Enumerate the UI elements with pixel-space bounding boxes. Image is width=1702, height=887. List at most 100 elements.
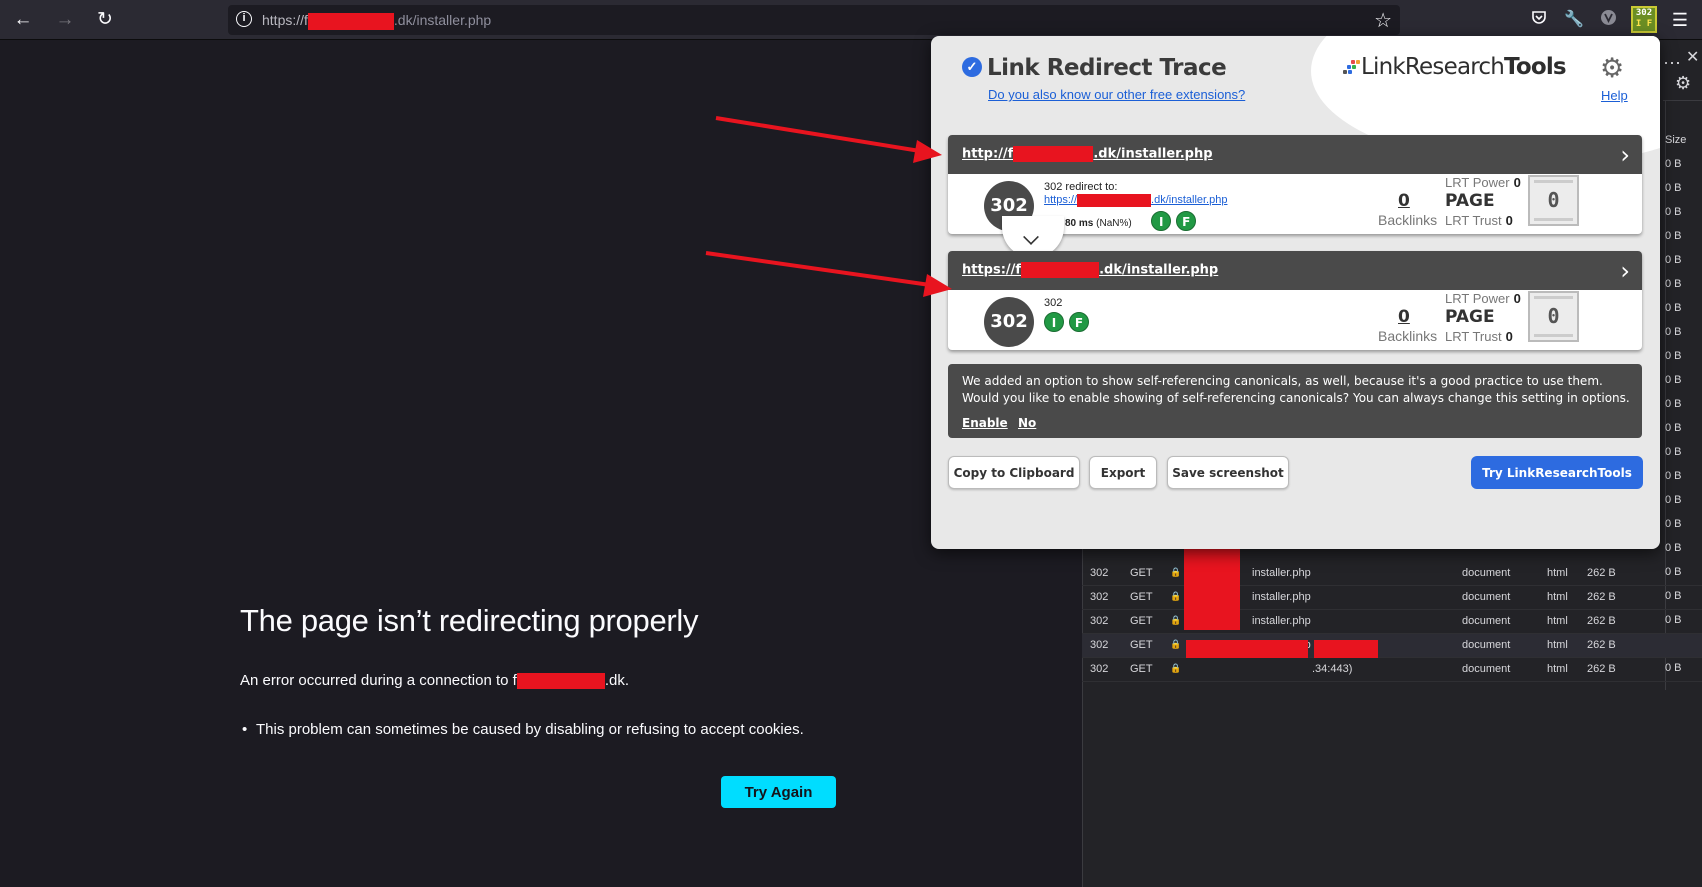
cell-type: document	[1462, 639, 1511, 651]
back-arrow-icon[interactable]: ←	[10, 8, 36, 32]
cell-kind: html	[1547, 615, 1568, 627]
close-icon[interactable]: ✕	[1686, 47, 1699, 67]
size-cell: 0 B	[1665, 326, 1682, 338]
cell-status: 302	[1090, 567, 1109, 579]
redaction	[1314, 640, 1378, 658]
copy-to-clipboard-button[interactable]: Copy to Clipboard	[948, 456, 1080, 489]
status-code-circle: 302	[984, 297, 1034, 347]
backlinks-count[interactable]: 0	[1398, 191, 1410, 211]
lrt-power: LRT Power 0	[1445, 291, 1521, 306]
cell-kind: html	[1547, 663, 1568, 675]
help-link[interactable]: Help	[1601, 88, 1628, 103]
index-badge[interactable]: I	[1151, 211, 1172, 231]
annotation-arrow-1	[715, 116, 921, 153]
hop-1-url[interactable]: http://f .dk/installer.php	[962, 146, 1213, 162]
error-desc-suffix: .dk.	[604, 672, 630, 689]
cell-file: .34:443)	[1312, 663, 1353, 675]
cell-method: GET	[1130, 615, 1153, 627]
chevron-down-icon[interactable]	[1023, 229, 1039, 245]
network-request-row[interactable]: 302GETinstaller.phpdocumenthtml262 B🔒	[1082, 610, 1702, 634]
cell-kind: html	[1547, 591, 1568, 603]
try-again-button[interactable]: Try Again	[721, 776, 836, 808]
cell-file: installer.php	[1252, 591, 1311, 603]
redirect-target[interactable]: https://.dk/installer.php	[1044, 194, 1227, 207]
redirect-hop-2: https://f .dk/installer.php › 302 302 IF …	[948, 251, 1642, 350]
size-cell: 0 B	[1665, 254, 1682, 266]
status-label: 302	[1044, 297, 1063, 309]
score-box: 0	[1528, 175, 1579, 226]
cell-type: document	[1462, 567, 1511, 579]
link-redirect-trace-popup: ✓ Link Redirect Trace Do you also know o…	[931, 36, 1660, 549]
enable-link[interactable]: Enable	[962, 416, 1008, 430]
devtools-more-icon[interactable]: ⋯	[1663, 53, 1681, 74]
wrench-icon[interactable]: 🔧	[1563, 9, 1585, 31]
hop-2-header[interactable]: https://f .dk/installer.php ›	[948, 251, 1642, 290]
size-cell: 0 B	[1665, 446, 1682, 458]
score-box: 0	[1528, 291, 1579, 342]
notice-text: We added an option to show self-referenc…	[962, 374, 1630, 405]
other-extensions-link[interactable]: Do you also know our other free extensio…	[988, 87, 1245, 102]
backlinks-label: Backlinks	[1378, 328, 1438, 344]
size-cell: 0 B	[1665, 302, 1682, 314]
hop-1-header[interactable]: http://f .dk/installer.php ›	[948, 135, 1642, 174]
cell-kind: html	[1547, 639, 1568, 651]
follow-badge[interactable]: F	[1069, 312, 1089, 332]
gear-icon[interactable]: ⚙	[1600, 53, 1624, 84]
cell-type: document	[1462, 663, 1511, 675]
cell-size: 262 B	[1587, 567, 1616, 579]
export-button[interactable]: Export	[1089, 456, 1157, 489]
cell-method: GET	[1130, 639, 1153, 651]
error-desc-prefix: An error occurred during a connection to…	[240, 672, 517, 689]
size-cell: 0 B	[1665, 470, 1682, 482]
reload-icon[interactable]: ↻	[92, 8, 118, 32]
redirect-label: 302 redirect to:	[1044, 181, 1118, 193]
url-bar[interactable]: i https://f .dk/installer.php ☆	[228, 5, 1400, 35]
size-cell: 0 B	[1665, 230, 1682, 242]
brand-logo: LinkResearchTools	[1361, 54, 1567, 80]
lock-icon: 🔒	[1170, 567, 1182, 577]
network-request-row[interactable]: 302 GET .34:443) document html 262 B 🔒	[1082, 658, 1702, 682]
chevron-right-icon[interactable]: ›	[1620, 141, 1630, 169]
error-title: The page isn’t redirecting properly	[240, 603, 699, 638]
error-description: An error occurred during a connection to…	[240, 672, 630, 690]
popup-title: Link Redirect Trace	[987, 55, 1227, 81]
cell-size: 262 B	[1587, 639, 1616, 651]
link-redirect-trace-extension-icon[interactable]: 302 I F	[1631, 6, 1657, 33]
badges: IF	[1044, 312, 1094, 332]
size-column-header[interactable]: Size	[1665, 134, 1702, 146]
lock-icon: 🔒	[1170, 615, 1182, 625]
cell-size: 262 B	[1587, 591, 1616, 603]
settings-gear-icon[interactable]: ⚙	[1675, 73, 1691, 94]
cell-status: 302	[1090, 663, 1109, 675]
hop-2-url[interactable]: https://f .dk/installer.php	[962, 262, 1218, 278]
network-request-row[interactable]: 302GETinstaller.phpdocumenthtml262 B🔒	[1082, 562, 1702, 586]
chevron-right-icon[interactable]: ›	[1620, 257, 1630, 285]
backlinks-label: Backlinks	[1378, 212, 1438, 228]
brand-part-2: Research	[1404, 54, 1505, 80]
index-badge[interactable]: I	[1044, 312, 1064, 332]
redaction	[1184, 546, 1240, 630]
star-icon[interactable]: ☆	[1374, 8, 1392, 33]
size-cell: 0 B	[1665, 374, 1682, 386]
redaction	[1186, 640, 1308, 658]
brand-logo-icon	[1343, 60, 1360, 76]
size-cell: 0 B	[1665, 422, 1682, 434]
no-link[interactable]: No	[1018, 416, 1036, 430]
try-linkresearchtools-button[interactable]: Try LinkResearchTools	[1471, 456, 1643, 489]
brand-part-1: Link	[1361, 54, 1406, 80]
cell-method: GET	[1130, 567, 1153, 579]
brand-part-3: Tools	[1504, 54, 1567, 80]
size-cell: 0 B	[1665, 206, 1682, 218]
forward-arrow-icon[interactable]: →	[52, 8, 78, 32]
annotation-arrow-2	[705, 251, 931, 287]
site-info-icon[interactable]: i	[236, 11, 252, 27]
follow-badge[interactable]: F	[1176, 211, 1197, 231]
save-screenshot-button[interactable]: Save screenshot	[1167, 456, 1289, 489]
cell-size: 262 B	[1587, 663, 1616, 675]
hamburger-menu-icon[interactable]: ☰	[1669, 9, 1691, 31]
pocket-icon[interactable]	[1528, 9, 1550, 31]
extension-v-icon[interactable]	[1597, 9, 1619, 31]
backlinks-count[interactable]: 0	[1398, 307, 1410, 327]
network-request-row[interactable]: 302GETinstaller.phpdocumenthtml262 B🔒	[1082, 634, 1702, 658]
network-request-row[interactable]: 302GETinstaller.phpdocumenthtml262 B🔒	[1082, 586, 1702, 610]
